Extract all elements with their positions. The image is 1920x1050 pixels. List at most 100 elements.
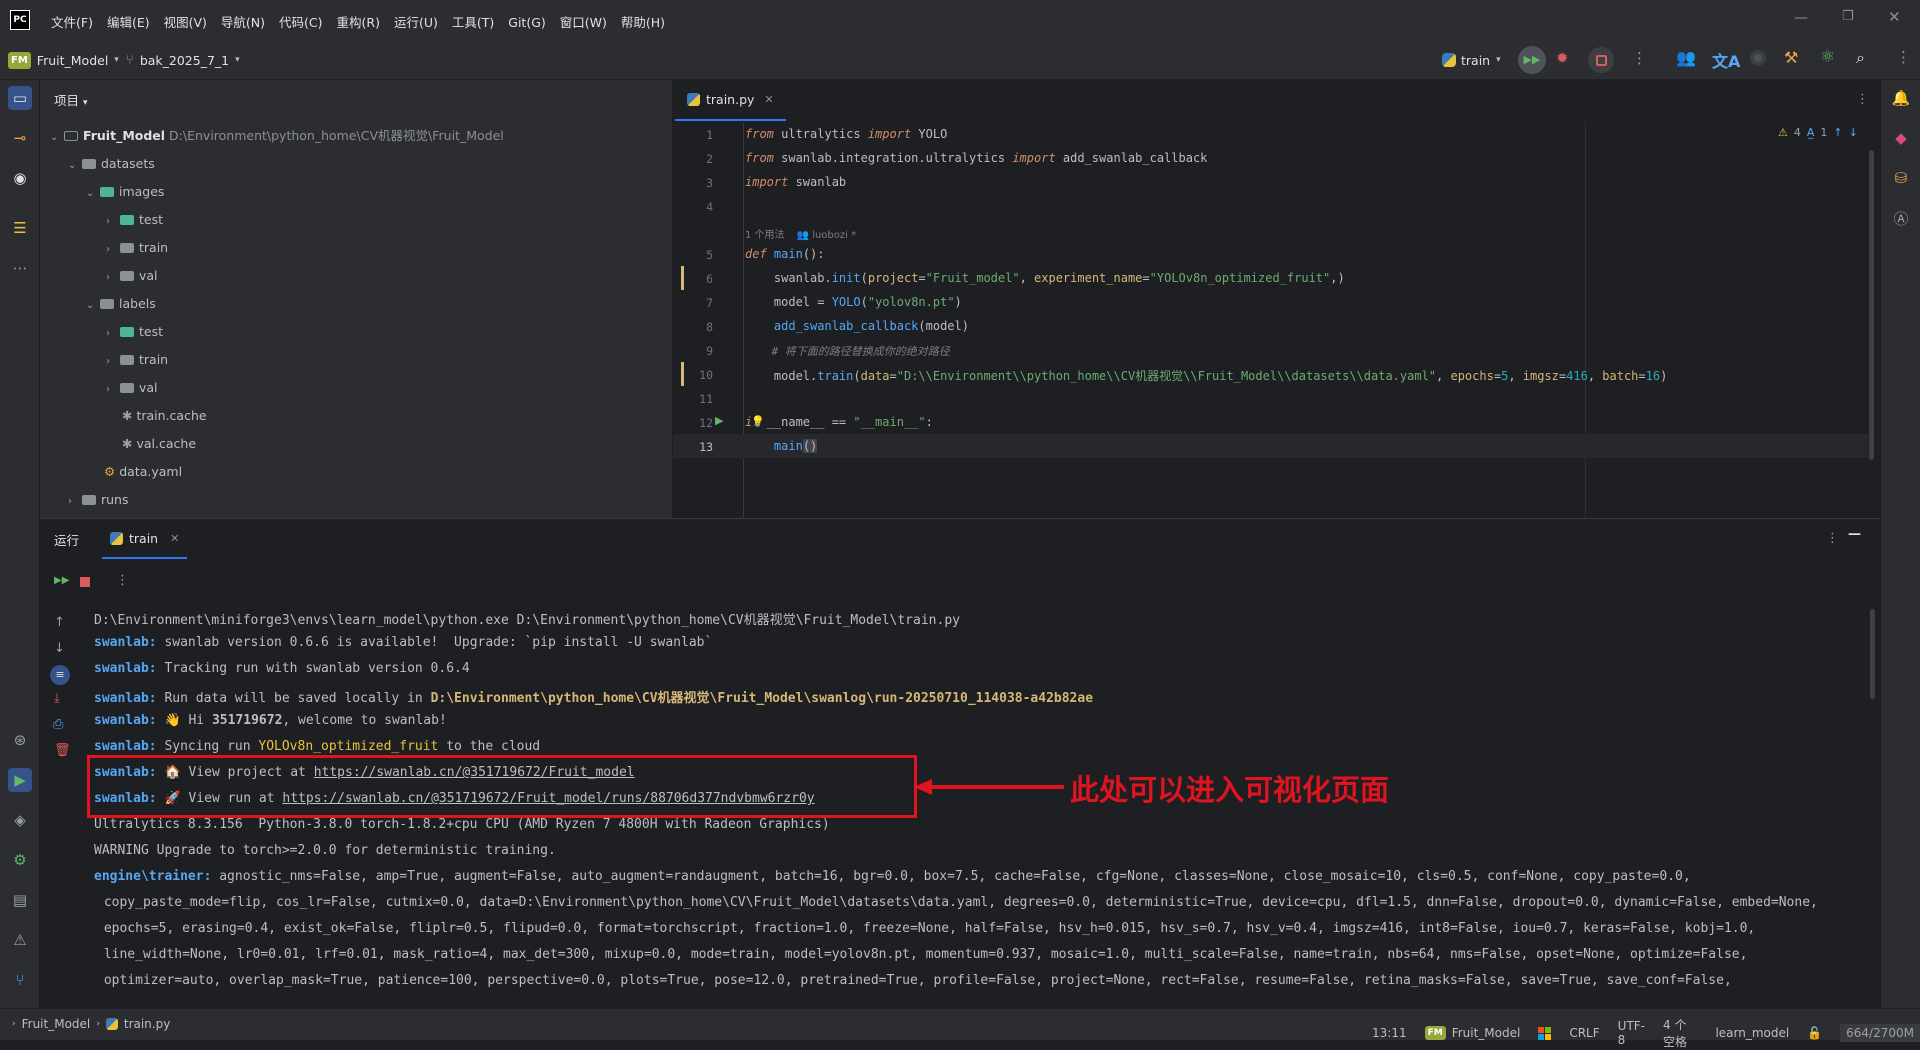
close-tab-icon[interactable]: ✕ [170, 532, 179, 545]
settings-menu-icon[interactable]: ⋮ [1896, 48, 1911, 66]
scroll-up-icon[interactable]: ↑ [54, 615, 65, 630]
menu-refactor[interactable]: 重构(R) [337, 15, 380, 30]
project-switcher[interactable]: FM Fruit_Model ▾ [8, 49, 119, 71]
run-gutter-icon[interactable]: ▶ [715, 414, 723, 427]
tree-item-train-cache[interactable]: ✱ train.cache [122, 402, 207, 430]
rerun-icon[interactable]: ▶▶ [54, 575, 69, 586]
terminal-icon[interactable]: ▤ [8, 888, 32, 912]
inspection-widget[interactable]: ⚠ 4 A̲ 1 ↑ ↓ [1778, 126, 1858, 139]
memory-indicator[interactable]: 664/2700M [1840, 1024, 1920, 1042]
menu-code[interactable]: 代码(C) [279, 15, 322, 30]
more-actions-icon[interactable]: ⋮ [1632, 49, 1647, 67]
structure-icon[interactable]: ☰ [8, 216, 32, 240]
services-icon[interactable]: ⚙ [8, 848, 32, 872]
menu-file[interactable]: 文件(F) [51, 15, 93, 30]
menu-help[interactable]: 帮助(H) [621, 15, 665, 30]
usage-hint[interactable]: 1 个用法 👥 luobozi * [745, 226, 856, 241]
problems-icon[interactable]: ⚠ [8, 928, 32, 952]
commit-icon[interactable]: ⊸ [8, 126, 32, 150]
code-line-13[interactable]: main() [745, 439, 818, 453]
project-panel-header[interactable]: 项目 ▾ [54, 90, 88, 109]
editor-tab-train[interactable]: train.py ✕ [675, 80, 786, 121]
run-more-icon[interactable]: ⋮ [116, 573, 129, 588]
sciview-icon[interactable]: Ⓐ [1889, 206, 1913, 230]
interpreter-selector[interactable]: learn_model [1715, 1026, 1789, 1040]
scroll-to-end-icon[interactable]: ⤓ [54, 691, 60, 706]
hide-panel-icon[interactable]: — [1848, 527, 1861, 542]
code-line-5[interactable]: def main(): [745, 247, 825, 261]
tree-item-images-test[interactable]: › test [106, 206, 163, 234]
python-console-icon[interactable]: ⊛ [8, 728, 32, 752]
scroll-down-icon[interactable]: ↓ [54, 641, 65, 656]
close-tab-icon[interactable]: ✕ [764, 93, 773, 106]
menu-git[interactable]: Git(G) [508, 15, 546, 30]
branch-switcher[interactable]: ⑂ bak_2025_7_1 ▾ [126, 49, 240, 71]
tree-item-labels-val[interactable]: › val [106, 374, 158, 402]
run-panel-options-icon[interactable]: ⋮ [1826, 531, 1839, 546]
code-line-6[interactable]: swanlab.init(project="Fruit_model", expe… [745, 271, 1345, 285]
print-icon[interactable]: ⎙ [53, 717, 63, 732]
menu-navigate[interactable]: 导航(N) [221, 15, 265, 30]
notifications-icon[interactable]: 🔔 [1889, 86, 1913, 110]
plugin-icon[interactable]: ◆ [1889, 126, 1913, 150]
code-with-me-icon[interactable]: 👥 [1676, 48, 1696, 67]
app-logo[interactable]: PC [10, 10, 30, 30]
database-icon[interactable]: ⛁ [1889, 166, 1913, 190]
tree-item-images-train[interactable]: › train [106, 234, 168, 262]
code-line-10[interactable]: model.train(data="D:\\Environment\\pytho… [745, 367, 1667, 384]
menu-tools[interactable]: 工具(T) [452, 15, 494, 30]
tree-root[interactable]: ⌄ Fruit_Model D:\Environment\python_home\… [50, 122, 504, 150]
ai-assistant-icon[interactable]: ⚛ [1820, 47, 1835, 67]
clear-console-icon[interactable]: 🗑 [54, 743, 71, 758]
tree-item-images[interactable]: ⌄ images [86, 178, 164, 206]
module-selector[interactable]: FM Fruit_Model [1424, 1026, 1520, 1040]
code-line-2[interactable]: from swanlab.integration.ultralytics imp… [745, 151, 1207, 165]
project-tool-icon[interactable]: ▭ [8, 86, 32, 110]
menu-window[interactable]: 窗口(W) [560, 15, 607, 30]
git-icon[interactable]: ⑂ [8, 968, 32, 992]
code-line-12[interactable]: if __name__ == "__main__": [745, 415, 933, 429]
debug-icon[interactable]: ✹ [1556, 49, 1569, 67]
stop-run-icon[interactable] [80, 577, 90, 587]
build-tools-icon[interactable]: ⚒ [1784, 48, 1798, 67]
rerun-button[interactable]: ▶▶ [1518, 46, 1546, 74]
more-tools-icon[interactable]: ⋯ [8, 256, 32, 280]
soft-wrap-icon[interactable]: ≡ [50, 665, 70, 685]
code-line-9[interactable]: # 将下面的路径替换成你的绝对路径 [745, 343, 949, 359]
restore-button[interactable]: ❐ [1842, 9, 1854, 24]
line-separator[interactable]: CRLF [1569, 1026, 1599, 1040]
tree-item-images-val[interactable]: › val [106, 262, 158, 290]
code-line-3[interactable]: import swanlab [745, 175, 846, 189]
menu-edit[interactable]: 编辑(E) [107, 15, 150, 30]
github-icon[interactable]: ◉ [8, 166, 32, 190]
indent-setting[interactable]: 4 个空格 [1663, 1016, 1697, 1050]
console-scrollbar[interactable] [1870, 609, 1875, 699]
stop-button[interactable] [1588, 47, 1614, 73]
tree-item-labels[interactable]: ⌄ labels [86, 290, 156, 318]
run-tab-train[interactable]: train ✕ [102, 519, 188, 559]
lock-icon[interactable]: 🔓 [1807, 1026, 1822, 1040]
tree-item-labels-test[interactable]: › test [106, 318, 163, 346]
minimize-button[interactable]: — [1794, 10, 1808, 26]
breadcrumb-project[interactable]: Fruit_Model [22, 1017, 91, 1031]
code-line-1[interactable]: from ultralytics import YOLO [745, 127, 947, 141]
search-icon[interactable]: ⌕ [1856, 48, 1865, 68]
prev-highlight-icon[interactable]: ↑ [1833, 126, 1842, 139]
tree-item-labels-train[interactable]: › train [106, 346, 168, 374]
breadcrumb-file[interactable]: train.py [124, 1017, 170, 1031]
layers-icon[interactable]: ◈ [8, 808, 32, 832]
tree-item-datasets[interactable]: ⌄ datasets [68, 150, 155, 178]
code-line-8[interactable]: add_swanlab_callback(model) [745, 319, 969, 333]
editor-scrollbar[interactable] [1869, 150, 1874, 460]
code-line-7[interactable]: model = YOLO("yolov8n.pt") [745, 295, 962, 309]
tree-item-data-yaml[interactable]: ⚙ data.yaml [104, 458, 182, 486]
caret-position[interactable]: 13:11 [1372, 1026, 1407, 1040]
run-config-selector[interactable]: train ▾ [1442, 50, 1501, 70]
editor-options-icon[interactable]: ⋮ [1856, 92, 1869, 107]
menu-view[interactable]: 视图(V) [164, 15, 207, 30]
tree-item-runs[interactable]: › runs [68, 486, 129, 514]
lightbulb-icon[interactable]: 💡 [751, 415, 765, 428]
run-tool-icon[interactable]: ▶ [8, 768, 32, 792]
breadcrumb[interactable]: › Fruit_Model › train.py [12, 1017, 170, 1031]
file-encoding[interactable]: UTF-8 [1618, 1019, 1645, 1047]
